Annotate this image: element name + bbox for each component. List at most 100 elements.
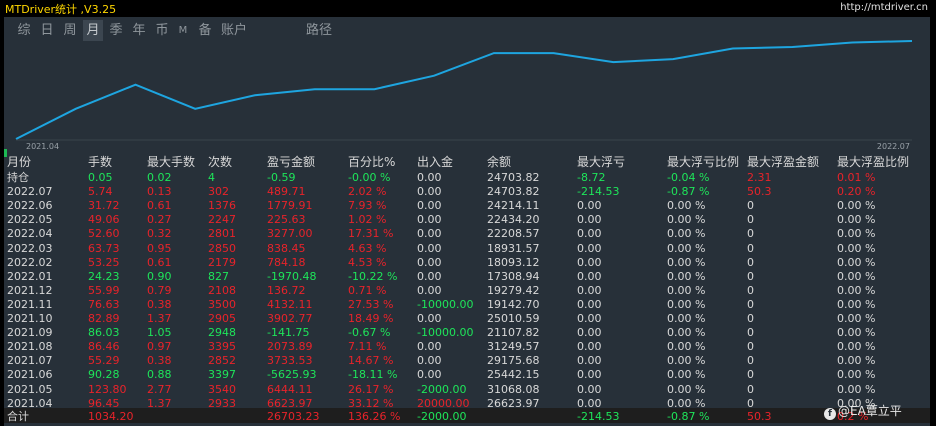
table-cell: 0.90 <box>147 269 172 283</box>
table-cell: 0.00 % <box>667 269 706 283</box>
table-cell: 0.00 <box>417 199 442 213</box>
table-cell: -0.00 % <box>348 171 391 184</box>
table-cell: 0.00 <box>417 340 442 354</box>
table-cell: 31249.57 <box>487 340 540 354</box>
row-month: 2022.01 <box>7 269 53 283</box>
table-cell: 4132.11 <box>267 297 313 311</box>
table-cell: 82.89 <box>88 312 120 325</box>
table-cell: 3733.53 <box>267 354 313 368</box>
table-cell: 53.25 <box>88 255 120 269</box>
table-cell: 0.88 <box>147 368 172 382</box>
table-cell: 0.05 <box>88 171 113 184</box>
column-header: 手数 <box>88 155 113 169</box>
table-cell: 827 <box>208 269 229 283</box>
balance-chart: 2021.04 2022.07 <box>15 40 913 151</box>
table-cell: 22208.57 <box>487 227 540 241</box>
table-cell: 0.02 <box>147 171 172 184</box>
table-cell: 6444.11 <box>267 382 313 396</box>
row-month: 2021.10 <box>7 312 53 325</box>
table-cell: 0.00 <box>577 326 602 340</box>
table-cell: 17.31 % <box>348 227 394 241</box>
total-cell: 50.3 <box>747 410 772 423</box>
column-header: 最大手数 <box>147 155 196 169</box>
table-cell: 24703.82 <box>487 171 540 184</box>
table-cell: 2850 <box>208 241 236 255</box>
table-cell: 2179 <box>208 255 236 269</box>
total-cell: -2000.00 <box>417 410 467 423</box>
table-cell: 0.20 % <box>837 185 876 199</box>
table-cell: 22434.20 <box>487 213 540 227</box>
table-cell: -10000.00 <box>417 297 474 311</box>
table-cell: -0.04 % <box>667 171 710 184</box>
table-cell: 0.00 <box>417 213 442 227</box>
table-cell: 0 <box>747 382 754 396</box>
table-cell: 3902.77 <box>267 312 313 325</box>
table-cell: 0.00 % <box>667 241 706 255</box>
table-cell: 0.00 % <box>667 340 706 354</box>
table-cell: 0.00 <box>577 241 602 255</box>
table-cell: 55.99 <box>88 283 120 297</box>
row-month: 2022.07 <box>7 185 53 199</box>
table-cell: 302 <box>208 185 229 199</box>
table-cell: 18931.57 <box>487 241 540 255</box>
table-cell: 225.63 <box>267 213 306 227</box>
total-cell: 1034.20 <box>88 410 134 423</box>
table-cell: 21107.82 <box>487 326 540 340</box>
table-cell: 76.63 <box>88 297 120 311</box>
row-month: 2022.05 <box>7 213 53 227</box>
table-cell: 0.00 % <box>837 227 876 241</box>
table-cell: 3397 <box>208 368 236 382</box>
table-cell: 27.53 % <box>348 297 394 311</box>
watermark: f @EA覃立平 <box>824 402 902 420</box>
table-cell: 0.61 <box>147 255 172 269</box>
table-cell: 7.93 % <box>348 199 387 213</box>
row-month: 2021.11 <box>7 297 53 311</box>
table-cell: -10000.00 <box>417 326 474 340</box>
table-cell: 0 <box>747 269 754 283</box>
table-cell: 7.11 % <box>348 340 387 354</box>
table-cell: 0.00 % <box>837 312 876 325</box>
table-cell: 1.02 % <box>348 213 387 227</box>
x-tick-label: 2021.04 <box>26 142 59 151</box>
table-cell: 5.74 <box>88 185 113 199</box>
row-month: 2021.06 <box>7 368 53 382</box>
table-cell: 0.00 % <box>837 382 876 396</box>
table-cell: 0.00 % <box>667 297 706 311</box>
total-cell: 26703.23 <box>267 410 320 423</box>
table-cell: 0.00 % <box>667 199 706 213</box>
table-cell: 0 <box>747 241 754 255</box>
table-cell: 3500 <box>208 297 236 311</box>
table-cell: 0 <box>747 283 754 297</box>
table-cell: -0.67 % <box>348 326 391 340</box>
table-cell: 0.00 <box>577 199 602 213</box>
table-cell: 0.00 % <box>837 283 876 297</box>
table-cell: 0.00 % <box>667 227 706 241</box>
row-month: 2021.07 <box>7 354 53 368</box>
table-cell: 0.00 <box>577 312 602 325</box>
table-cell: 63.73 <box>88 241 120 255</box>
table-cell: -1970.48 <box>267 269 317 283</box>
table-cell: 0.00 % <box>837 199 876 213</box>
table-cell: 0.00 % <box>667 312 706 325</box>
table-cell: 0.00 % <box>837 213 876 227</box>
table-cell: 489.71 <box>267 185 306 199</box>
row-month: 2022.06 <box>7 199 53 213</box>
site-url-link[interactable]: http://mtdriver.cn <box>840 2 928 13</box>
table-cell: 29175.68 <box>487 354 540 368</box>
column-header: 最大浮盈金额 <box>747 155 820 169</box>
resize-handle[interactable] <box>4 149 7 157</box>
row-month: 2022.03 <box>7 241 53 255</box>
table-cell: 86.03 <box>88 326 120 340</box>
table-cell: 0.32 <box>147 227 172 241</box>
facebook-icon: f <box>824 408 836 420</box>
table-cell: 0.00 <box>577 368 602 382</box>
table-cell: 24214.11 <box>487 199 540 213</box>
table-cell: 0.00 <box>417 227 442 241</box>
row-month: 2021.09 <box>7 326 53 340</box>
table-cell: 0.95 <box>147 241 172 255</box>
table-cell: 1.05 <box>147 326 172 340</box>
table-cell: -5625.93 <box>267 368 317 382</box>
table-cell: 0.00 % <box>837 297 876 311</box>
table-cell: 0.00 <box>417 368 442 382</box>
table-cell: 86.46 <box>88 340 120 354</box>
